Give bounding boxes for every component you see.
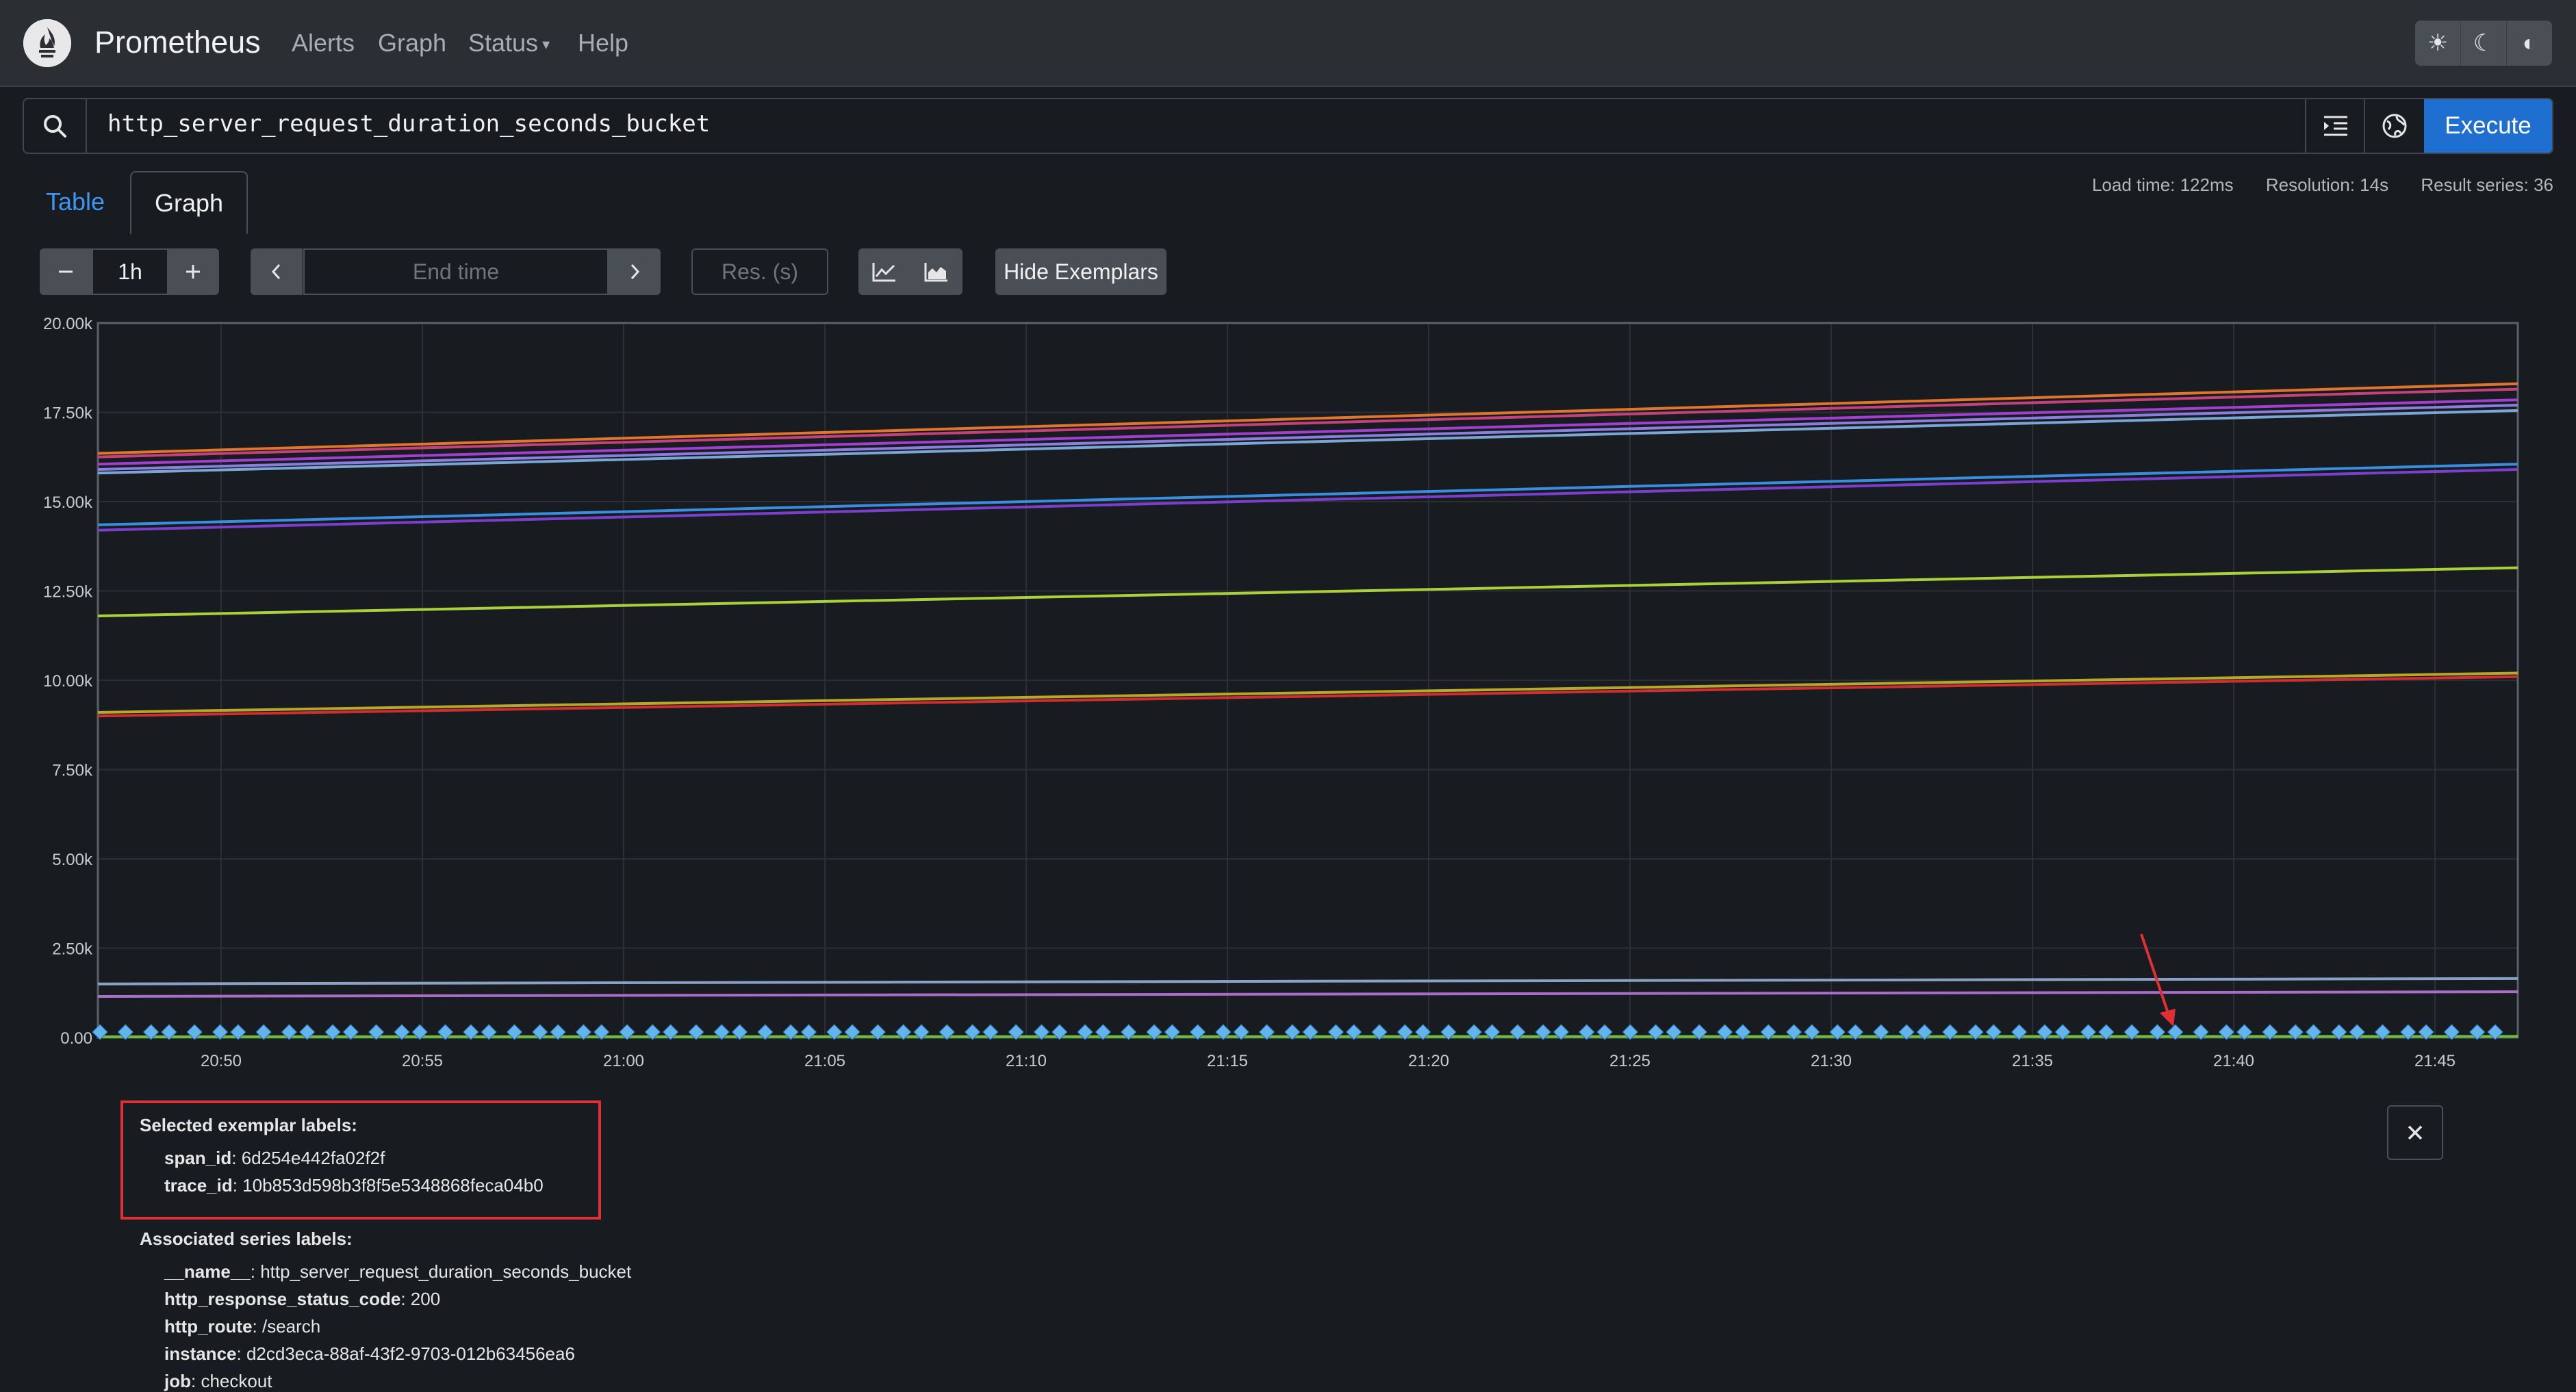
x-tick-label: 21:05	[804, 1052, 845, 1070]
y-tick-label: 7.50k	[52, 762, 93, 780]
result-series: Result series: 36	[2421, 175, 2553, 195]
graph-panel: 20.00k 17.50k 15.00k 12.50k 10.00k 7.50k 5.00k…	[0, 308, 2576, 1081]
y-tick-label: 17.50k	[43, 404, 93, 423]
series-label-row: http_response_status_code: 200	[164, 1289, 440, 1310]
series-label-row: __name__: http_server_request_duration_s…	[164, 1261, 631, 1283]
end-time-forward-button[interactable]	[609, 248, 661, 295]
label-key: instance	[164, 1343, 237, 1364]
y-tick-label: 20.00k	[43, 315, 93, 333]
metrics-explorer-icon[interactable]	[2364, 99, 2424, 153]
nav-status-dropdown[interactable]: Status ▾	[468, 29, 550, 57]
hide-exemplars-button[interactable]: Hide Exemplars	[995, 248, 1166, 295]
series-line	[97, 977, 2518, 985]
x-tick-label: 21:40	[2213, 1052, 2254, 1070]
label-value: : 10b853d598b3f8f5e5348868feca04b0	[232, 1175, 544, 1196]
tab-graph[interactable]: Graph	[130, 171, 248, 234]
exemplar-label-row: trace_id: 10b853d598b3f8f5e5348868feca04…	[164, 1175, 544, 1196]
label-key: http_route	[164, 1316, 253, 1337]
end-time-input[interactable]: End time	[303, 248, 609, 295]
nav-alerts[interactable]: Alerts	[292, 29, 355, 57]
contrast-icon[interactable]: ◐	[2507, 21, 2552, 66]
series-line	[97, 404, 2518, 472]
x-tick-label: 21:15	[1207, 1052, 1248, 1070]
series-line	[97, 463, 2518, 526]
y-tick-label: 0.00	[60, 1029, 92, 1048]
label-key: __name__	[164, 1261, 251, 1282]
line-chart[interactable]: 20.00k 17.50k 15.00k 12.50k 10.00k 7.50k 5.00k…	[0, 308, 2576, 1081]
line-chart-icon[interactable]	[858, 248, 910, 295]
tab-table[interactable]: Table	[34, 171, 116, 233]
series-line	[97, 468, 2518, 532]
nav-status-label: Status	[468, 29, 539, 57]
expression-input[interactable]: http_server_request_duration_seconds_buc…	[107, 110, 710, 138]
label-key: trace_id	[164, 1175, 233, 1196]
annotation-arrow	[2140, 933, 2170, 1016]
x-tick-label: 21:00	[603, 1052, 644, 1070]
load-time: Load time: 122ms	[2091, 175, 2234, 195]
query-stats: Load time: 122ms Resolution: 14s Result …	[2065, 175, 2553, 196]
navbar: Prometheus Alerts Graph Status ▾ Help ☀ ☾…	[0, 0, 2576, 87]
nav-help[interactable]: Help	[578, 29, 628, 57]
label-value: : /search	[252, 1316, 321, 1337]
resolution: Resolution: 14s	[2265, 175, 2389, 195]
label-key: job	[164, 1371, 191, 1391]
series-line	[97, 671, 2518, 714]
label-value: : checkout	[191, 1371, 272, 1391]
series-line	[97, 990, 2518, 998]
caret-down-icon: ▾	[542, 36, 550, 53]
execute-button[interactable]: Execute	[2424, 99, 2552, 153]
selected-exemplar-title: Selected exemplar labels:	[140, 1115, 357, 1135]
label-value: : 200	[400, 1289, 441, 1309]
search-icon	[24, 99, 87, 153]
series-label-row: instance: d2cd3eca-88af-43f2-9703-012b63…	[164, 1343, 575, 1365]
x-tick-label: 21:20	[1408, 1052, 1449, 1070]
exemplar-label-row: span_id: 6d254e442fa02f2f	[164, 1148, 385, 1169]
label-key: http_response_status_code	[164, 1289, 401, 1309]
label-value: : d2cd3eca-88af-43f2-9703-012b63456ea6	[236, 1343, 575, 1364]
y-tick-label: 5.00k	[52, 851, 93, 869]
query-bar: http_server_request_duration_seconds_buc…	[23, 98, 2553, 154]
format-expression-icon[interactable]	[2305, 99, 2365, 153]
moon-icon[interactable]: ☾	[2461, 21, 2507, 66]
range-input[interactable]: 1h	[92, 248, 168, 295]
x-tick-label: 20:50	[201, 1052, 242, 1070]
prometheus-logo-icon[interactable]	[23, 19, 71, 67]
series-line	[97, 387, 2518, 459]
label-value: : http_server_request_duration_seconds_b…	[250, 1261, 632, 1282]
y-tick-label: 15.00k	[43, 493, 93, 512]
x-tick-label: 20:55	[402, 1052, 443, 1070]
close-icon	[2408, 1125, 2423, 1140]
label-value: : 6d254e442fa02f2f	[231, 1148, 385, 1168]
brand-name[interactable]: Prometheus	[94, 25, 261, 60]
x-tick-label: 21:30	[1811, 1052, 1852, 1070]
theme-switcher: ☀ ☾ ◐	[2415, 21, 2552, 66]
series-label-row: job: checkout	[164, 1371, 272, 1392]
resolution-input[interactable]: Res. (s)	[691, 248, 828, 295]
y-tick-label: 10.00k	[43, 672, 93, 691]
stacked-chart-icon[interactable]	[910, 248, 962, 295]
y-tick-label: 12.50k	[43, 583, 93, 602]
sun-icon[interactable]: ☀	[2415, 21, 2461, 66]
range-increase-button[interactable]	[167, 248, 219, 295]
series-line	[97, 675, 2518, 718]
series-labels-title: Associated series labels:	[140, 1228, 353, 1249]
nav-graph[interactable]: Graph	[378, 29, 446, 57]
series-line	[97, 566, 2518, 618]
label-key: span_id	[164, 1148, 232, 1168]
x-tick-label: 21:35	[2012, 1052, 2053, 1070]
x-tick-label: 21:25	[1609, 1052, 1650, 1070]
y-tick-label: 2.50k	[52, 940, 93, 959]
annotation-arrowhead	[2160, 1009, 2176, 1027]
range-decrease-button[interactable]	[40, 248, 92, 295]
series-line	[97, 398, 2518, 466]
close-exemplar-button[interactable]	[2387, 1105, 2443, 1160]
x-tick-label: 21:10	[1006, 1052, 1047, 1070]
x-tick-label: 21:45	[2414, 1052, 2456, 1070]
series-label-row: http_route: /search	[164, 1316, 320, 1337]
end-time-back-button[interactable]	[251, 248, 303, 295]
